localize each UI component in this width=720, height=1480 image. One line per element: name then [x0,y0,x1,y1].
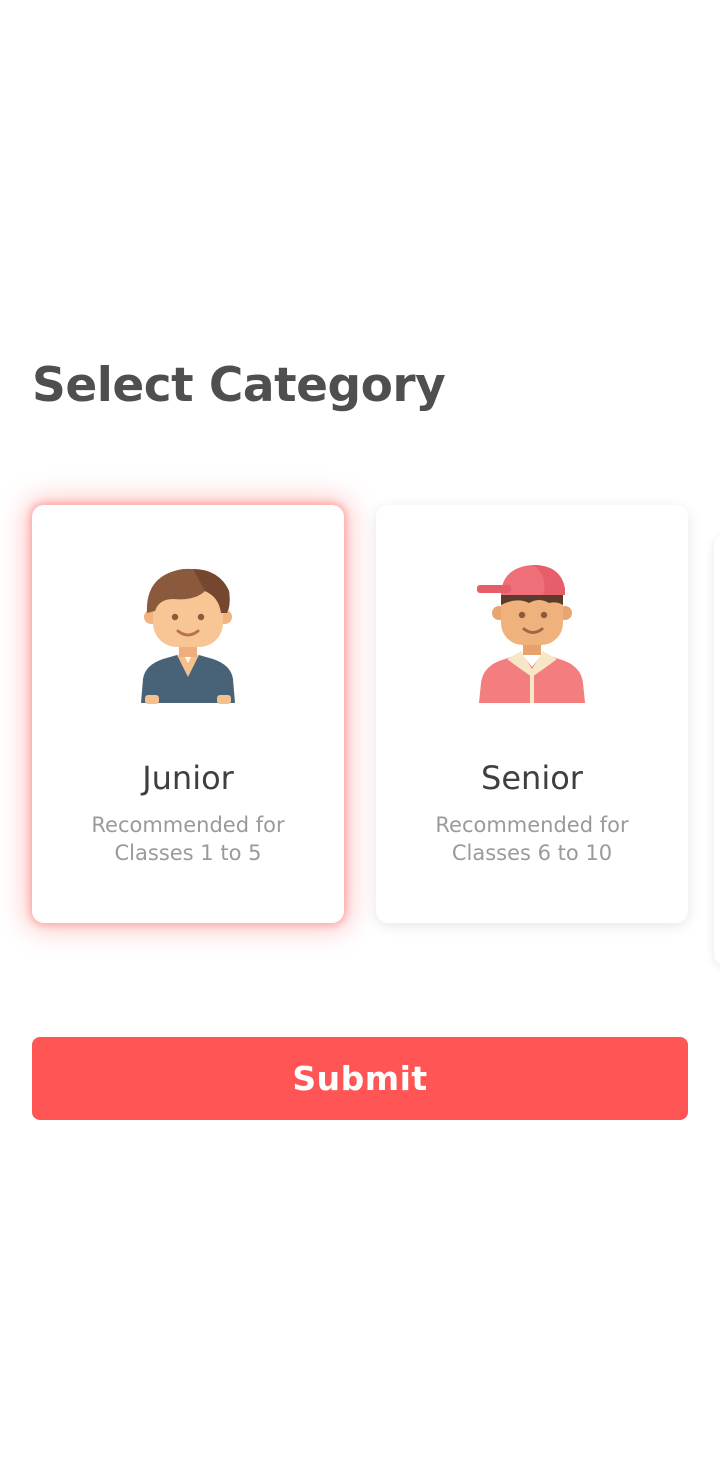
next-category-card-peek[interactable] [714,535,720,965]
category-description: Recommended for Classes 6 to 10 [376,811,688,867]
category-title: Junior [142,759,234,797]
submit-button[interactable]: Submit [32,1037,688,1120]
senior-boy-cap-avatar-icon [477,561,587,711]
category-description-line: Classes 6 to 10 [451,841,613,865]
category-description-line: Classes 1 to 5 [114,841,262,865]
category-title: Senior [481,759,583,797]
category-description: Recommended for Classes 1 to 5 [32,811,344,867]
page-title: Select Category [32,358,446,413]
category-description-line: Recommended for [435,813,629,837]
category-card-junior[interactable]: Junior Recommended for Classes 1 to 5 [32,505,344,923]
category-cards-row: Junior Recommended for Classes 1 to 5 Se… [0,505,720,965]
category-card-senior[interactable]: Senior Recommended for Classes 6 to 10 [376,505,688,923]
junior-boy-avatar-icon [133,561,243,711]
category-description-line: Recommended for [91,813,285,837]
